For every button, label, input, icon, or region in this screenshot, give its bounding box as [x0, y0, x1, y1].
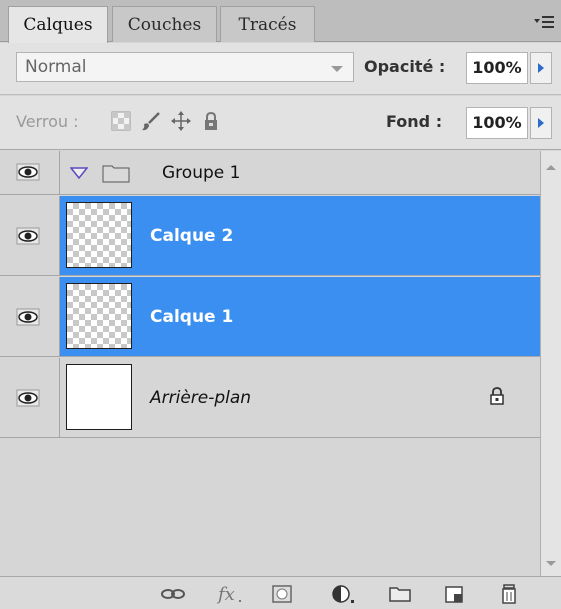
- visibility-toggle[interactable]: [0, 196, 60, 275]
- chevron-down-icon: [331, 66, 343, 72]
- fx-icon[interactable]: fx: [216, 583, 241, 605]
- layers-list: Groupe 1 Calque 2 Calque 1 Arrière-plan: [0, 151, 561, 576]
- fill-slider-button[interactable]: [530, 107, 552, 139]
- scroll-down-icon[interactable]: [546, 561, 556, 566]
- eye-icon: [16, 227, 40, 245]
- tab-couches[interactable]: Couches: [112, 6, 217, 42]
- layer-row-calque-1[interactable]: Calque 1: [0, 277, 540, 357]
- eye-icon: [16, 308, 40, 326]
- blend-mode-value: Normal: [25, 57, 87, 77]
- lock-transparency-icon[interactable]: [110, 110, 132, 132]
- visibility-toggle[interactable]: [0, 277, 60, 356]
- eye-icon: [16, 389, 40, 407]
- layer-thumbnail: [66, 202, 132, 268]
- lock-paint-icon[interactable]: [140, 110, 162, 132]
- fill-field[interactable]: 100%: [466, 107, 528, 139]
- layer-mask-icon[interactable]: [270, 583, 294, 605]
- layer-row-calque-2[interactable]: Calque 2: [0, 196, 540, 276]
- expand-triangle-icon[interactable]: [70, 167, 88, 179]
- folder-icon: [102, 165, 130, 183]
- svg-text:fx: fx: [216, 584, 235, 605]
- blend-row: Normal Opacité : 100%: [0, 43, 561, 95]
- lock-all-icon[interactable]: [200, 110, 222, 132]
- layer-name: Calque 2: [150, 226, 234, 246]
- layer-name: Groupe 1: [162, 163, 241, 183]
- opacity-slider-button[interactable]: [530, 52, 552, 84]
- layer-name: Arrière-plan: [150, 388, 252, 408]
- layer-thumbnail: [66, 364, 132, 430]
- panel-menu-icon[interactable]: [533, 12, 555, 32]
- layer-lock-icon: [490, 387, 504, 405]
- fill-label: Fond :: [386, 112, 443, 131]
- layer-row-group[interactable]: Groupe 1: [0, 151, 540, 195]
- lock-row: Verrou : Fond : 100%: [0, 96, 561, 150]
- lock-label: Verrou :: [16, 112, 79, 131]
- scroll-up-icon[interactable]: [546, 165, 556, 170]
- layers-scrollbar[interactable]: [540, 151, 561, 576]
- visibility-toggle[interactable]: [0, 151, 60, 194]
- eye-icon: [16, 163, 40, 181]
- layer-name: Calque 1: [150, 307, 234, 327]
- visibility-toggle[interactable]: [0, 358, 60, 437]
- lock-position-icon[interactable]: [170, 110, 192, 132]
- tab-calques[interactable]: Calques: [8, 6, 108, 43]
- adjustment-layer-icon[interactable]: [330, 583, 354, 605]
- tab-traces[interactable]: Tracés: [220, 6, 315, 42]
- layer-row-background[interactable]: Arrière-plan: [0, 358, 540, 438]
- panel-tabbar: Calques Couches Tracés: [0, 0, 561, 43]
- delete-layer-icon[interactable]: [498, 583, 522, 605]
- opacity-field[interactable]: 100%: [466, 52, 528, 84]
- new-layer-icon[interactable]: [442, 583, 466, 605]
- new-group-icon[interactable]: [388, 583, 412, 605]
- layer-thumbnail: [66, 283, 132, 349]
- layers-bottom-toolbar: fx: [0, 576, 561, 609]
- link-layers-icon[interactable]: [160, 583, 185, 605]
- blend-mode-select[interactable]: Normal: [16, 52, 354, 82]
- opacity-label: Opacité :: [364, 57, 446, 76]
